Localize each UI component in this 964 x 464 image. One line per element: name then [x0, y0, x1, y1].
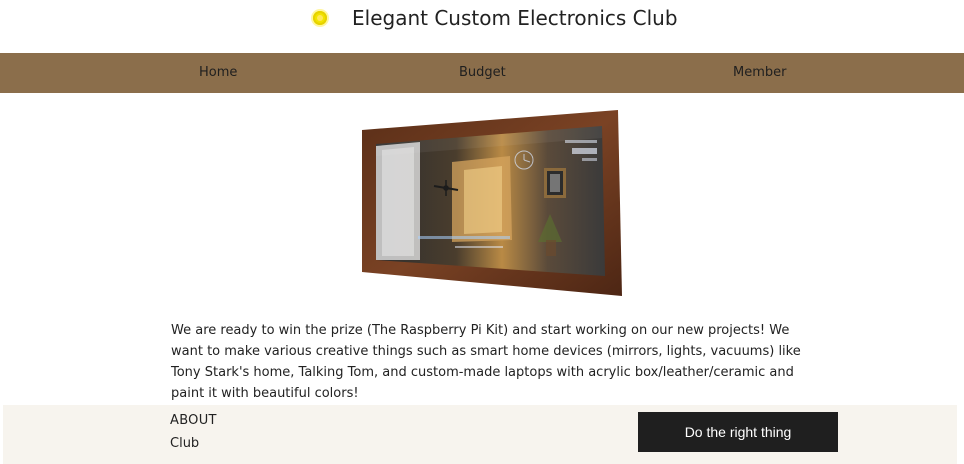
intro-paragraph: We are ready to win the prize (The Raspb… [171, 323, 801, 401]
site-header: Elegant Custom Electronics Club [0, 0, 964, 53]
circuit-chip-icon[interactable] [313, 11, 327, 25]
cta-button[interactable]: Do the right thing [638, 412, 838, 452]
footer-about-subtitle: Club [170, 436, 200, 451]
nav-item-member[interactable]: Member [733, 53, 786, 93]
nav-item-home[interactable]: Home [199, 53, 237, 93]
nav-item-budget[interactable]: Budget [459, 53, 506, 93]
main-nav: Home Budget Member [0, 53, 964, 93]
smart-mirror-image [362, 110, 622, 296]
footer: ABOUT Club Do the right thing [3, 405, 957, 464]
footer-about-title: ABOUT [170, 413, 217, 428]
site-title[interactable]: Elegant Custom Electronics Club [352, 4, 678, 32]
